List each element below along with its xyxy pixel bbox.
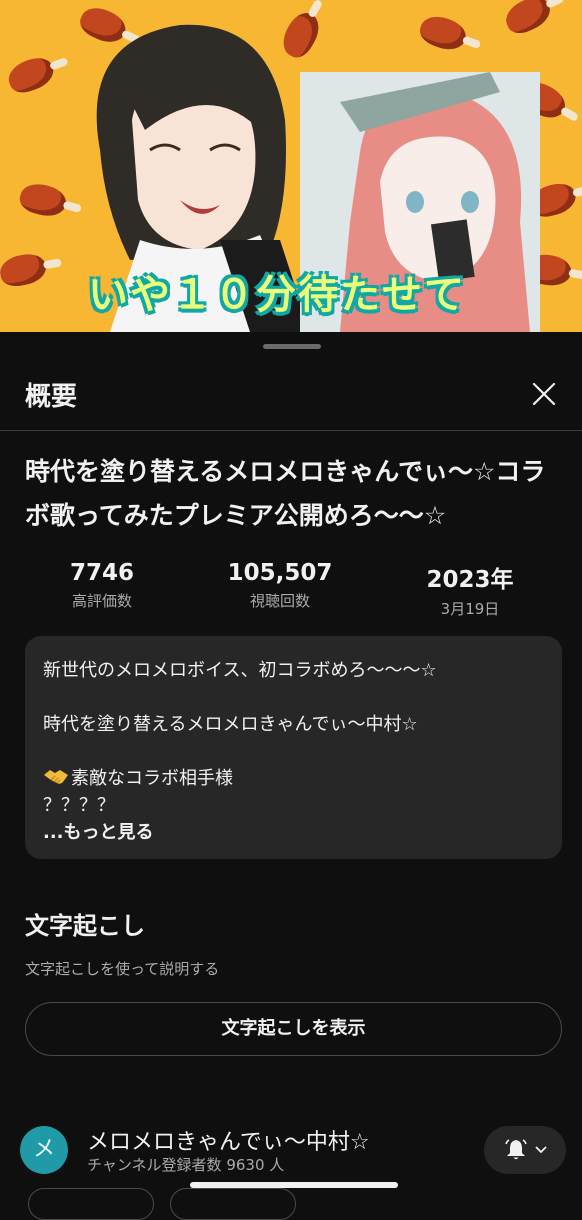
video-player[interactable]: いや１０分待たせて: [0, 0, 582, 332]
views-label: 視聴回数: [249, 592, 310, 610]
channel-action-chip[interactable]: [170, 1188, 296, 1220]
description-box[interactable]: 新世代のメロメロボイス、初コラボめろ〜〜〜☆ 時代を塗り替えるメロメロきゃんでぃ…: [25, 636, 562, 859]
chevron-down-icon: [535, 1146, 547, 1154]
meat-decoration: [500, 0, 556, 39]
meat-decoration: [4, 53, 58, 97]
handshake-icon: [44, 770, 68, 784]
description-sheet: 概要 時代を塗り替えるメロメロきゃんでぃ〜☆コラボ歌ってみたプレミア公開めろ〜〜…: [0, 332, 582, 1220]
views-stat: 105,507 視聴回数: [200, 560, 360, 611]
description-line: 新世代のメロメロボイス、初コラボめろ〜〜〜☆: [43, 660, 437, 681]
channel-name[interactable]: メロメロきゃんでぃ〜中村☆: [87, 1124, 370, 1156]
close-button[interactable]: [528, 378, 560, 410]
show-transcript-button[interactable]: 文字起こしを表示: [25, 1002, 562, 1056]
description-line: 素敵なコラボ相手様: [43, 764, 233, 790]
description-line: ？？？？: [43, 795, 115, 816]
divider: [0, 430, 582, 431]
likes-stat: 7746 高評価数: [22, 560, 182, 611]
description-line: 時代を塗り替えるメロメロきゃんでぃ〜中村☆: [43, 714, 418, 735]
bell-icon: [505, 1139, 527, 1160]
description-text: 素敵なコラボ相手様: [71, 768, 233, 789]
publish-year: 2023年: [426, 567, 514, 593]
transcript-section-title: 文字起こし: [25, 912, 145, 940]
thumbnail-caption: いや１０分待たせて: [88, 272, 466, 318]
meat-decoration: [416, 11, 470, 55]
date-stat: 2023年 3月19日: [390, 560, 550, 619]
views-count: 105,507: [227, 560, 333, 586]
home-indicator[interactable]: [190, 1182, 398, 1188]
video-title: 時代を塗り替えるメロメロきゃんでぃ〜☆コラボ歌ってみたプレミア公開めろ〜〜☆: [25, 457, 546, 530]
transcript-section-subtitle: 文字起こしを使って説明する: [25, 960, 220, 978]
publish-date: 3月19日: [440, 600, 500, 618]
close-icon: [532, 382, 556, 406]
notification-button[interactable]: [484, 1126, 566, 1174]
meat-decoration: [16, 179, 70, 221]
video-stats: 7746 高評価数 105,507 視聴回数 2023年 3月19日: [0, 560, 582, 620]
subscriber-count: チャンネル登録者数 9630 人: [87, 1156, 285, 1174]
show-more-link[interactable]: ...もっと見る: [43, 818, 154, 844]
drag-handle[interactable]: [263, 344, 321, 349]
channel-avatar[interactable]: メ: [20, 1126, 68, 1174]
likes-count: 7746: [69, 560, 134, 586]
channel-action-chip[interactable]: [28, 1188, 154, 1220]
meat-decoration: [0, 251, 49, 289]
sheet-title: 概要: [25, 382, 78, 412]
likes-label: 高評価数: [71, 592, 132, 610]
